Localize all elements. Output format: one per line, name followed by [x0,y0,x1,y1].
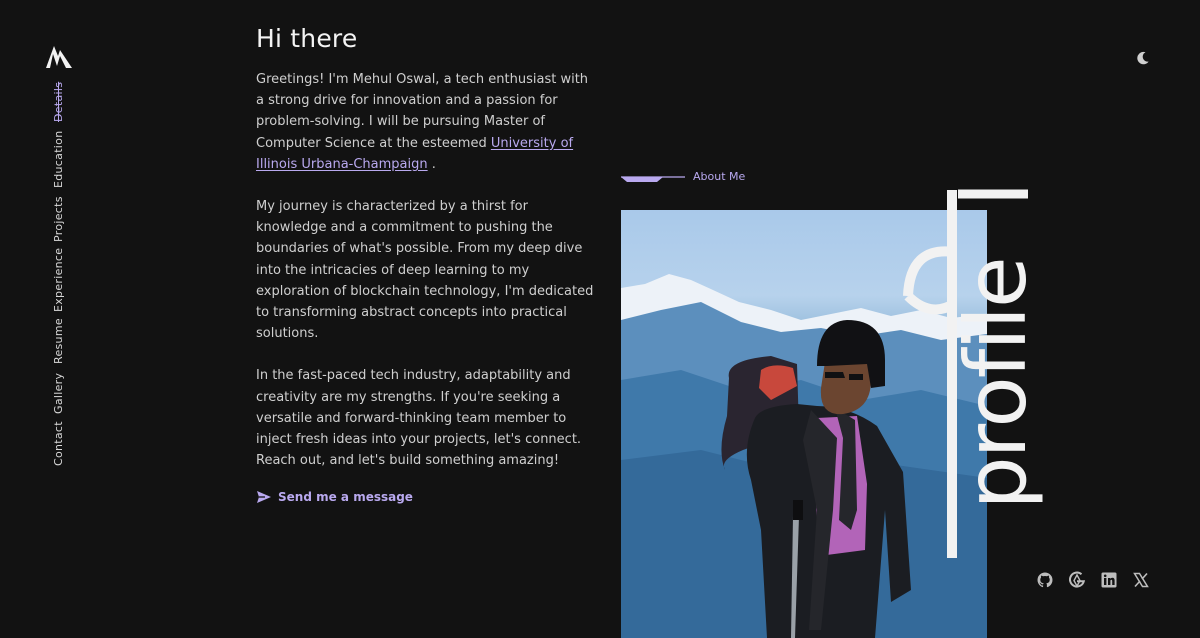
google-scholar-icon[interactable] [1068,571,1086,589]
about-me-label: About Me [693,170,746,183]
nav-resume[interactable]: Resume [52,318,65,364]
nav-experience[interactable]: Experience [52,248,65,312]
send-icon [257,491,271,504]
moon-icon[interactable] [1133,49,1151,67]
about-me-label-row: About Me [621,170,745,183]
page-title: Hi there [256,24,358,53]
nav-details[interactable]: Details [52,82,65,122]
profile-photo [621,210,987,638]
linkedin-icon[interactable] [1100,571,1118,589]
intro-paragraph-3: In the fast-paced tech industry, adaptab… [256,368,582,469]
nav-contact[interactable]: Contact [52,421,65,466]
mountain-portrait-illustration [621,274,987,638]
intro-section: Hi there Greetings! I'm Mehul Oswal, a t… [256,24,596,504]
send-message-label: Send me a message [278,490,413,505]
x-icon[interactable] [1132,571,1150,589]
nav-projects[interactable]: Projects [52,196,65,242]
nav-gallery[interactable]: Gallery [52,373,65,414]
nav-education[interactable]: Education [52,131,65,188]
intro-paragraph-1: Greetings! I'm Mehul Oswal, a tech enthu… [256,72,589,172]
github-icon[interactable] [1036,571,1054,589]
mountain-logo-icon[interactable] [44,40,74,70]
side-navigation: Details Education Projects Experience Re… [52,82,68,476]
intro-paragraph-2: My journey is characterized by a thirst … [256,199,594,342]
send-message-button[interactable]: Send me a message [256,490,596,504]
accent-line-icon [621,175,685,182]
